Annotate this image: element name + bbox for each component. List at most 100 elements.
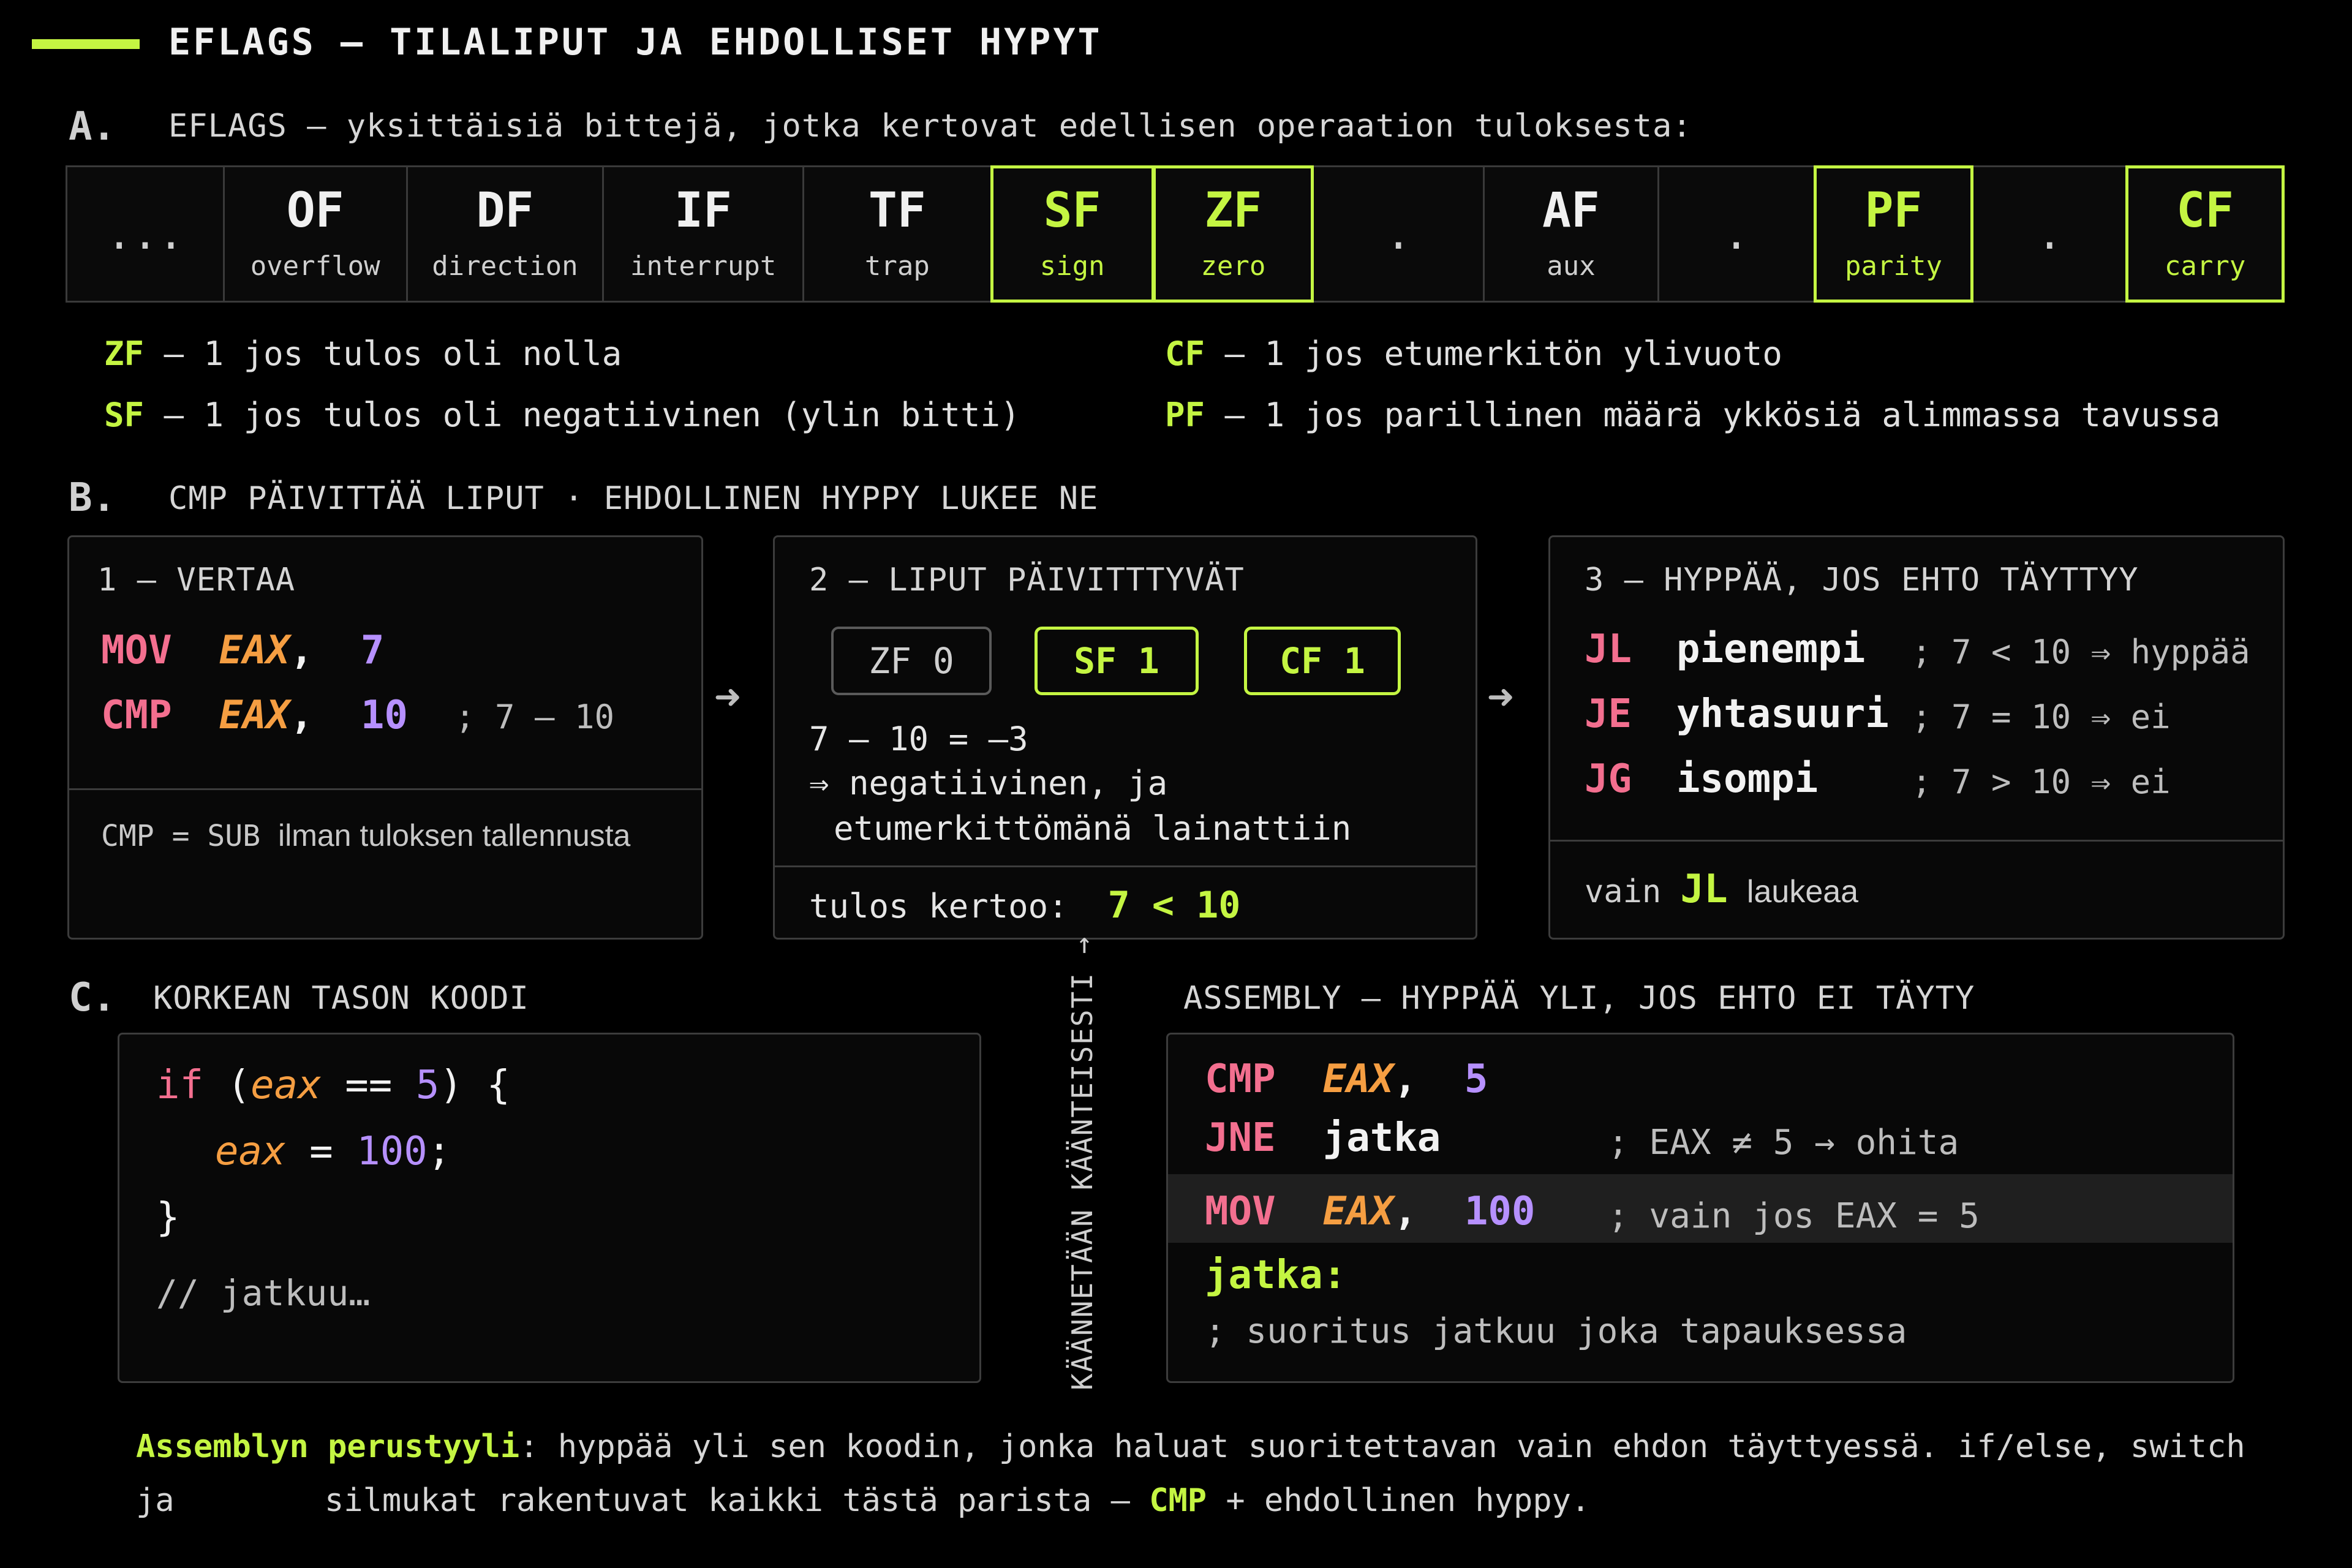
explain-line-2: etumerkittömänä lainattiin — [834, 809, 1352, 848]
flag-label: aux — [1547, 250, 1596, 282]
footer-key: Assemblyn perustyyli — [136, 1428, 520, 1465]
code-var: eax — [251, 1063, 322, 1108]
code-op: CMP — [101, 693, 172, 738]
code-reg: EAX — [219, 628, 290, 673]
jump-row: JG — [1585, 756, 1632, 802]
code-punct: ) { — [439, 1063, 510, 1108]
code-op: JNE — [1205, 1115, 1276, 1161]
code-sep: , — [1393, 1189, 1417, 1234]
page-title: EFLAGS — TILALIPUT JA EHDOLLISET HYPYT — [168, 21, 1102, 64]
flag-label: direction — [432, 250, 578, 282]
def-pf: PF — 1 jos parillinen määrä ykkösiä alim… — [1165, 396, 2220, 434]
jump-label: pienempi — [1676, 627, 1866, 672]
footnote-key: CMP = SUB — [101, 819, 261, 853]
flag-label: carry — [2164, 250, 2246, 282]
flag-pill-zf: ZF 0 — [831, 627, 992, 695]
flag-cell-reserved: . — [1312, 165, 1485, 303]
def-text: — 1 jos parillinen määrä ykkösiä alimmas… — [1205, 396, 2221, 434]
jump-op: JG — [1585, 756, 1632, 802]
code-sep: , — [290, 693, 314, 738]
def-key: ZF — [104, 334, 145, 373]
def-key: CF — [1165, 334, 1205, 373]
flag-label: sign — [1039, 250, 1105, 282]
flag-cell-ellipsis: ... — [66, 165, 225, 303]
jump-box: 3 — HYPPÄÄ, JOS EHTO TÄYTTYY JL pienempi… — [1548, 535, 2285, 940]
footer-cmp: CMP — [1149, 1482, 1207, 1519]
box-footnote: vain JL laukeaa — [1585, 867, 1858, 912]
arrow-right-icon: ➜ — [714, 671, 741, 723]
code-line-if: if (eax == 5) { — [156, 1063, 510, 1108]
jump-op: JL — [1585, 627, 1632, 672]
section-c-letter: C. — [69, 975, 116, 1020]
footnote-text: vain — [1585, 873, 1662, 910]
flag-name: . — [2037, 209, 2063, 259]
flag-label: trap — [864, 250, 930, 282]
flags-update-box: 2 — LIPUT PÄIVITTTYVÄT ZF 0 SF 1 CF 1 7 … — [773, 535, 1477, 940]
explain-line-1: ⇒ negatiivinen, ja — [809, 764, 1168, 802]
code-sep: , — [1393, 1057, 1417, 1102]
flag-cell-reserved: . — [1657, 165, 1815, 303]
code-op: MOV — [101, 628, 172, 673]
box-footnote: tulos kertoo: 7 < 10 — [809, 884, 1240, 927]
flag-cell-zf: ZF zero — [1152, 165, 1314, 303]
jump-row: JL — [1585, 627, 1632, 672]
flag-name: ... — [106, 209, 184, 259]
jump-comment: ; 7 < 10 ⇒ hyppää — [1912, 633, 2250, 671]
footnote-op: JL — [1680, 867, 1728, 912]
section-c-left-heading: KORKEAN TASON KOODI — [153, 980, 529, 1017]
flag-label: interrupt — [630, 250, 777, 282]
code-label: jatka — [1322, 1115, 1441, 1161]
flag-label: overflow — [250, 250, 380, 282]
code-sep: , — [290, 628, 314, 673]
jump-comment: ; 7 > 10 ⇒ ei — [1912, 763, 2171, 801]
footnote-text: ilman tuloksen tallennusta — [278, 818, 631, 853]
code-var: eax — [215, 1129, 286, 1174]
asm-line-mov: MOV EAX, 100 — [1205, 1189, 1535, 1234]
code-line-assign: eax = 100; — [215, 1129, 451, 1174]
code-comment: ; vain jos EAX = 5 — [1608, 1196, 1980, 1236]
box-divider — [1550, 840, 2283, 842]
section-c-right-heading: ASSEMBLY — HYPPÄÄ YLI, JOS EHTO EI TÄYTY — [1183, 980, 1975, 1017]
high-level-code-box: if (eax == 5) { eax = 100; } // jatkuu… — [118, 1033, 981, 1383]
flag-name: ZF — [1204, 183, 1262, 238]
code-line-cmp: CMP EAX, 10 ; 7 – 10 — [101, 693, 614, 738]
asm-line-jne: JNE jatka — [1205, 1115, 1441, 1161]
flag-name: . — [1385, 209, 1412, 259]
asm-label-jatka: jatka: — [1205, 1253, 1347, 1298]
footnote-result: 7 < 10 — [1107, 884, 1241, 927]
code-num: 7 — [360, 628, 385, 673]
title-accent-bar — [32, 39, 140, 49]
footnote-text: tulos kertoo: — [809, 887, 1068, 925]
box-divider — [775, 865, 1476, 867]
flag-name: . — [1723, 209, 1749, 259]
result-line: 7 – 10 = –3 — [809, 720, 1028, 758]
jump-row: JE — [1585, 692, 1632, 737]
footer-text: + ehdollinen hyppy. — [1207, 1482, 1591, 1519]
asm-line-cmp: CMP EAX, 5 — [1205, 1057, 1488, 1102]
flag-pill-sf: SF 1 — [1035, 627, 1199, 695]
footer-line-2: silmukat rakentuvat kaikki tästä parista… — [325, 1474, 2223, 1528]
arrow-right-icon: ➜ — [1487, 671, 1514, 723]
def-text: — 1 jos tulos oli negatiivinen (ylin bit… — [144, 396, 1020, 434]
code-comment: ; EAX ≠ 5 → ohita — [1608, 1123, 1959, 1163]
flag-cell-pf: PF parity — [1813, 165, 1974, 303]
code-num: 10 — [360, 693, 408, 738]
jump-label: isompi — [1676, 756, 1819, 802]
footer-text: silmukat rakentuvat kaikki tästä parista… — [325, 1482, 1150, 1519]
flag-name: CF — [2176, 183, 2234, 238]
flag-name: IF — [674, 183, 733, 238]
section-b-letter: B. — [69, 475, 116, 521]
code-line-mov: MOV EAX, 7 — [101, 628, 384, 673]
compile-inversely-label: KÄÄNNETÄÄN KÄÄNTEISESTI → — [1066, 935, 1099, 1390]
code-op: CMP — [1205, 1057, 1276, 1102]
box-footnote: CMP = SUB ilman tuloksen tallennusta — [101, 818, 630, 853]
code-punct: ( — [203, 1063, 251, 1108]
code-op: MOV — [1205, 1189, 1276, 1234]
eflags-register: ... OF overflow DF direction IF interrupt T… — [66, 165, 2285, 303]
code-operator: = — [285, 1129, 357, 1174]
flag-label: parity — [1845, 250, 1942, 282]
box-heading: 2 — LIPUT PÄIVITTTYVÄT — [809, 562, 1245, 598]
jump-label: yhtasuuri — [1676, 692, 1889, 737]
flag-pill-cf: CF 1 — [1244, 627, 1401, 695]
code-comment: ; suoritus jatkuu joka tapauksessa — [1205, 1311, 1907, 1351]
